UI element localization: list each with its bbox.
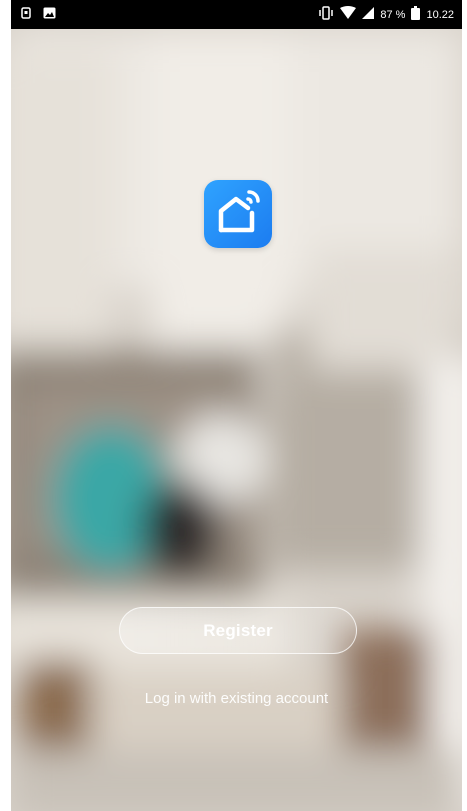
image-icon [43, 7, 56, 22]
app-logo [204, 180, 272, 248]
status-left-icons [21, 7, 56, 22]
battery-icon [411, 6, 421, 23]
status-right-icons: 87 % 10.22 [318, 6, 454, 23]
register-button-label: Register [203, 620, 273, 640]
signal-icon [362, 7, 375, 22]
vibrate-icon [318, 6, 334, 23]
status-bar: 87 % 10.22 [11, 0, 462, 29]
login-existing-account-link[interactable]: Log in with existing account [11, 690, 462, 707]
phone-screen: 87 % 10.22 Register Log in with existing… [11, 0, 462, 811]
register-button[interactable]: Register [119, 607, 357, 654]
clock: 10.22 [426, 8, 454, 21]
battery-percent: 87 % [380, 8, 406, 21]
wifi-icon [340, 6, 357, 23]
smart-home-icon [204, 190, 272, 252]
sim-icon [21, 7, 31, 22]
